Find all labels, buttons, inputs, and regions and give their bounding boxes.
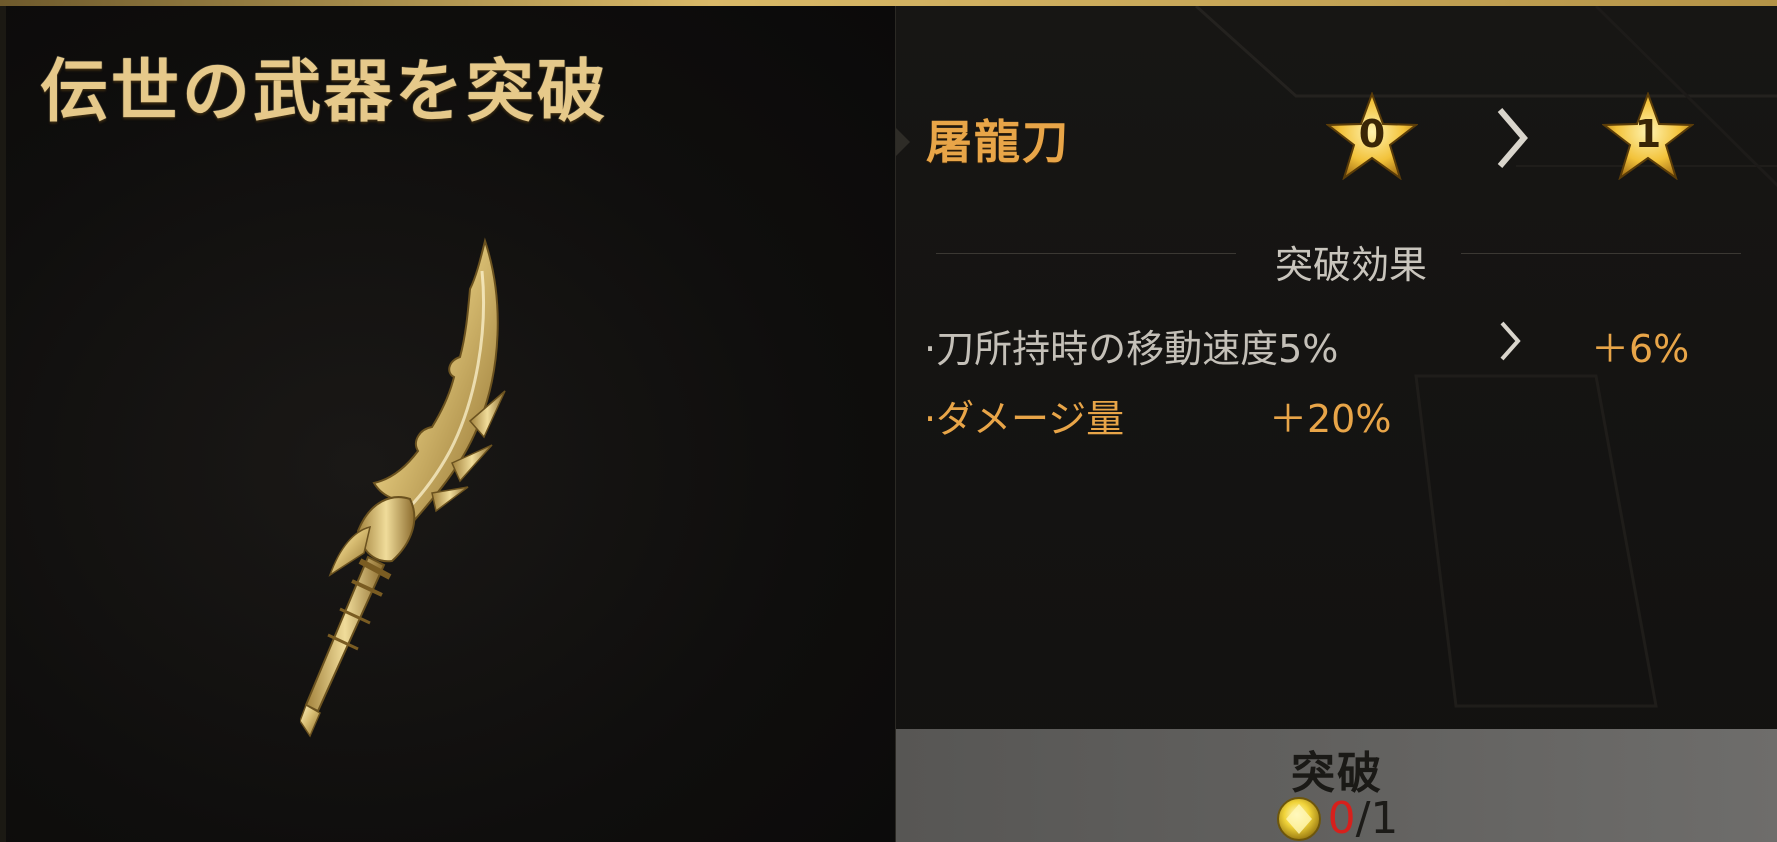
effect-value: ＋6%: [1591, 327, 1690, 371]
breakthrough-cost: 0/1: [896, 793, 1777, 842]
effect-value: ＋20%: [1269, 397, 1392, 441]
star-level-current: 0: [1358, 112, 1386, 156]
cost-required: 1: [1370, 793, 1399, 842]
gem-coin-icon: [1276, 796, 1321, 841]
chevron-right-icon: [1497, 108, 1528, 168]
effect-label: ·ダメージ量: [924, 397, 1125, 441]
section-title: 突破効果: [1274, 243, 1427, 287]
star-icon-current: 0: [1325, 91, 1419, 181]
page-title: 伝世の武器を突破: [40, 53, 609, 132]
cost-owned: 0: [1327, 793, 1356, 842]
name-pointer: [896, 128, 910, 156]
star-level-next: 1: [1634, 112, 1662, 156]
divider: [936, 253, 1236, 254]
breakthrough-info-panel: 屠龍刀 0 1 突破効果 ·刀所持時の移動速度5% ＋6% ·ダメージ量 ＋20…: [895, 6, 1777, 842]
effect-label: ·刀所持時の移動速度5%: [924, 327, 1339, 371]
weapon-preview-panel: 伝世の武器を突破: [0, 6, 895, 842]
chevron-right-icon: [1500, 321, 1521, 361]
cost-separator: /: [1355, 793, 1371, 842]
left-edge-trim: [0, 6, 6, 842]
breakthrough-button[interactable]: 突破 0/1: [896, 729, 1777, 842]
weapon-name: 屠龍刀: [926, 115, 1070, 169]
breakthrough-button-label: 突破: [1291, 748, 1383, 799]
weapon-image: [300, 237, 506, 738]
divider: [1461, 253, 1741, 254]
star-icon-next: 1: [1601, 91, 1695, 181]
